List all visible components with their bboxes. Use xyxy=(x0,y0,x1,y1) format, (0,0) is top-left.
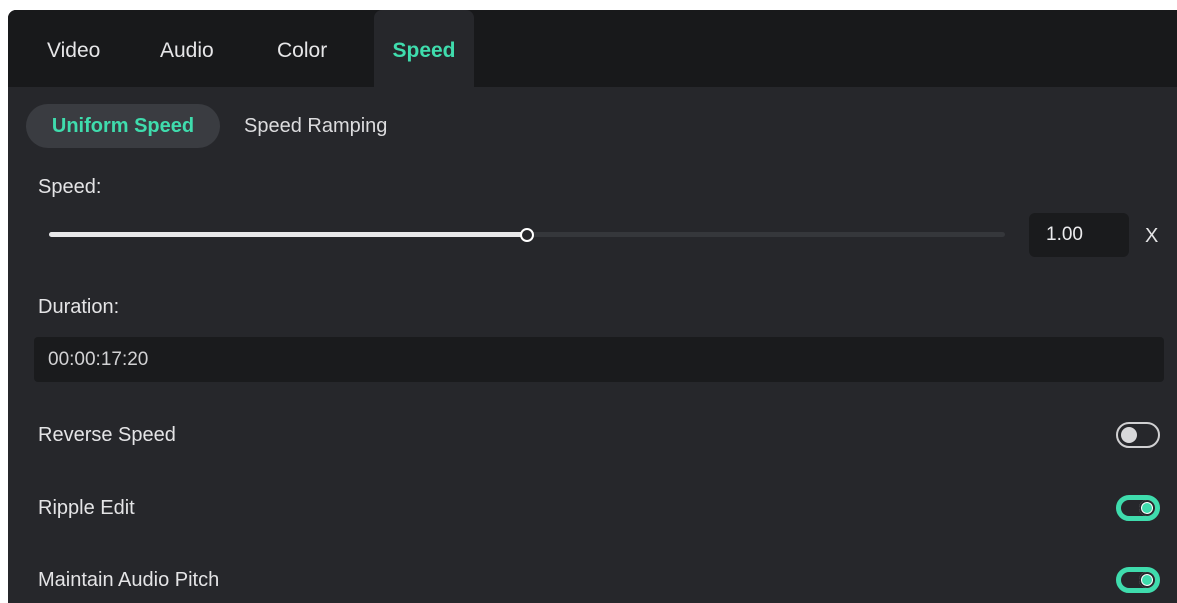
duration-field[interactable] xyxy=(34,337,1164,382)
duration-label: Duration: xyxy=(38,296,120,318)
tab-audio[interactable]: Audio xyxy=(160,10,214,87)
speed-slider-handle[interactable] xyxy=(520,228,534,242)
tab-color[interactable]: Color xyxy=(277,10,327,87)
speed-settings-panel: Video Audio Color Speed Uniform Speed Sp… xyxy=(8,10,1177,603)
reverse-speed-toggle[interactable] xyxy=(1116,422,1160,448)
maintain-audio-pitch-label: Maintain Audio Pitch xyxy=(38,569,220,591)
reverse-speed-label: Reverse Speed xyxy=(38,424,176,446)
property-tab-bar: Video Audio Color Speed xyxy=(8,10,1177,87)
toggle-knob xyxy=(1139,500,1155,516)
tab-uniform-speed[interactable]: Uniform Speed xyxy=(26,104,220,148)
speed-value-input[interactable] xyxy=(1029,213,1129,257)
maintain-audio-pitch-toggle[interactable] xyxy=(1116,567,1160,593)
speed-slider-fill xyxy=(49,232,527,237)
speed-unit-label: X xyxy=(1145,225,1159,247)
ripple-edit-label: Ripple Edit xyxy=(38,497,135,519)
tab-speed[interactable]: Speed xyxy=(374,10,474,87)
toggle-knob xyxy=(1121,427,1137,443)
tab-speed-ramping[interactable]: Speed Ramping xyxy=(244,104,387,148)
speed-label: Speed: xyxy=(38,176,102,198)
ripple-edit-toggle[interactable] xyxy=(1116,495,1160,521)
tab-video[interactable]: Video xyxy=(47,10,100,87)
toggle-knob xyxy=(1139,572,1155,588)
